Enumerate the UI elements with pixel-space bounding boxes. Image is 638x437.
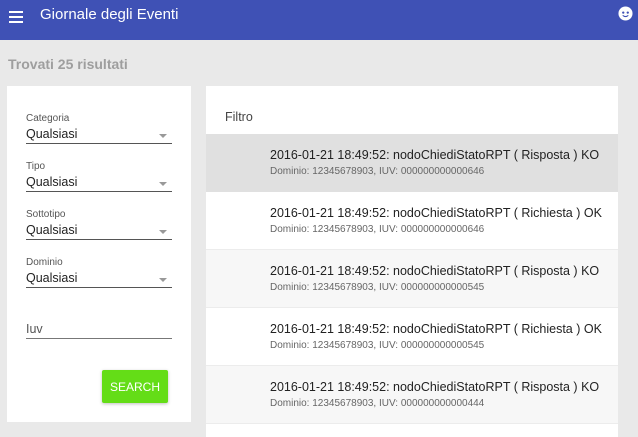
chevron-down-icon (159, 182, 167, 186)
tipo-label: Tipo (26, 161, 46, 172)
list-item[interactable]: 2016-01-21 18:49:52: nodoChiediStatoRPT … (206, 192, 618, 250)
search-button[interactable]: SEARCH (102, 370, 168, 403)
event-details: Dominio: 12345678903, IUV: 0000000000006… (270, 224, 485, 235)
sottotipo-label: Sottotipo (26, 209, 66, 220)
dominio-value: Qualsiasi (26, 271, 78, 285)
chevron-down-icon (159, 278, 167, 282)
tipo-value: Qualsiasi (26, 175, 78, 189)
list-item[interactable]: 2016-01-21 18:49:52: nodoChiediStatoRPT … (206, 250, 618, 308)
top-app-bar: Giornale degli Eventi (0, 0, 638, 40)
list-item[interactable]: 2016-01-21 18:49:52: nodoChiediStatoRPT … (206, 366, 618, 424)
hamburger-menu-icon[interactable] (9, 9, 25, 23)
categoria-field: Categoria Qualsiasi (26, 113, 172, 144)
sottotipo-field: Sottotipo Qualsiasi (26, 209, 172, 240)
event-details: Dominio: 12345678903, IUV: 0000000000005… (270, 282, 485, 293)
event-details: Dominio: 12345678903, IUV: 0000000000005… (270, 340, 485, 351)
sottotipo-select[interactable]: Qualsiasi (26, 220, 172, 240)
chevron-down-icon (159, 134, 167, 138)
events-list-panel: Filtro 2016-01-21 18:49:52: nodoChiediSt… (206, 86, 618, 437)
iuv-input[interactable] (26, 319, 172, 339)
event-title: 2016-01-21 18:49:52: nodoChiediStatoRPT … (270, 380, 600, 394)
dominio-select[interactable]: Qualsiasi (26, 268, 172, 288)
event-title: 2016-01-21 18:49:52: nodoChiediStatoRPT … (270, 322, 602, 336)
categoria-select[interactable]: Qualsiasi (26, 124, 172, 144)
list-header: Filtro (225, 110, 253, 124)
event-details: Dominio: 12345678903, IUV: 0000000000004… (270, 398, 485, 409)
list-item[interactable]: 2016-01-21 18:49:52: nodoChiediStatoRPT … (206, 308, 618, 366)
event-details: Dominio: 12345678903, IUV: 0000000000006… (270, 166, 485, 177)
chevron-down-icon (159, 230, 167, 234)
list-item[interactable]: 2016-01-21 18:49:52: nodoChiediStatoRPT … (206, 134, 618, 192)
row-divider (206, 423, 618, 424)
tipo-select[interactable]: Qualsiasi (26, 172, 172, 192)
results-count: Trovati 25 risultati (8, 56, 128, 72)
dominio-label: Dominio (26, 257, 63, 268)
event-title: 2016-01-21 18:49:52: nodoChiediStatoRPT … (270, 264, 600, 278)
smiley-face-icon[interactable] (618, 6, 633, 21)
dominio-field: Dominio Qualsiasi (26, 257, 172, 288)
sottotipo-value: Qualsiasi (26, 223, 78, 237)
event-title: 2016-01-21 18:49:52: nodoChiediStatoRPT … (270, 206, 602, 220)
filter-panel: Categoria Qualsiasi Tipo Qualsiasi Sotto… (7, 86, 191, 422)
categoria-label: Categoria (26, 113, 70, 124)
event-title: 2016-01-21 18:49:52: nodoChiediStatoRPT … (270, 148, 600, 162)
app-title: Giornale degli Eventi (40, 6, 179, 23)
tipo-field: Tipo Qualsiasi (26, 161, 172, 192)
categoria-value: Qualsiasi (26, 127, 78, 141)
